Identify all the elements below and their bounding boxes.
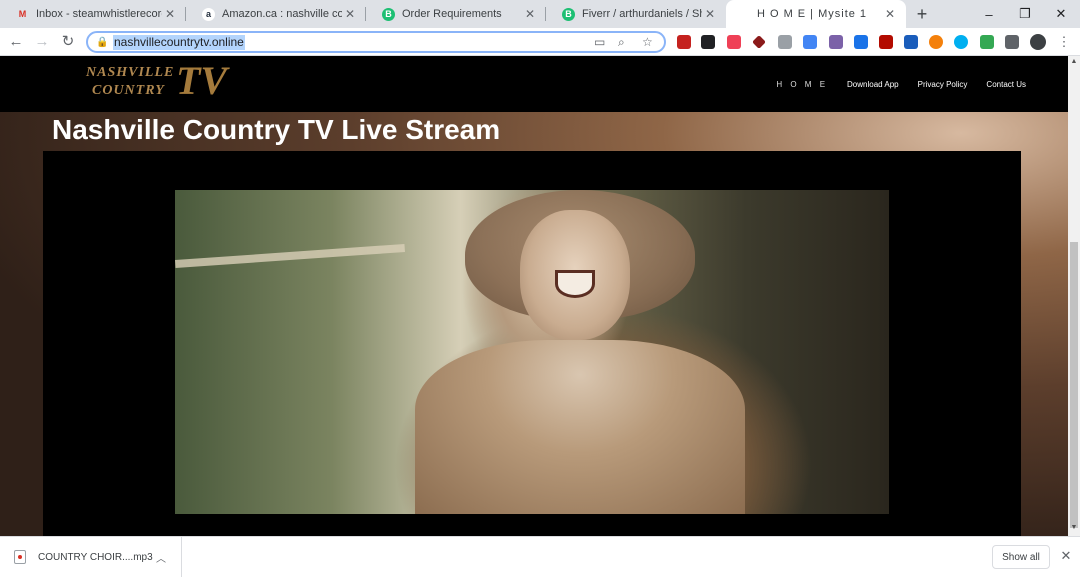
- ext-square-icon[interactable]: [829, 35, 843, 49]
- close-tab-icon[interactable]: ✕: [162, 7, 178, 21]
- close-tab-icon[interactable]: ✕: [342, 7, 358, 21]
- close-window-button[interactable]: ✕: [1042, 0, 1080, 28]
- scroll-thumb[interactable]: [1070, 242, 1078, 528]
- ext-pocket-icon[interactable]: [727, 35, 741, 49]
- back-button[interactable]: ←: [6, 32, 26, 52]
- tab-title: H O M E | Mysite 1: [756, 8, 868, 20]
- audio-file-icon: [14, 550, 26, 564]
- logo-line1: NASHVILLE: [86, 65, 175, 80]
- puzzle-icon[interactable]: [1005, 35, 1019, 49]
- logo-tv: TV: [176, 58, 228, 103]
- scroll-down-arrow-icon[interactable]: ▼: [1068, 524, 1080, 531]
- nav-contact-us[interactable]: Contact Us: [986, 80, 1026, 89]
- tab-amazon[interactable]: a Amazon.ca : nashville country t ✕: [186, 0, 366, 28]
- download-item[interactable]: COUNTRY CHOIR....mp3 ︿: [0, 537, 182, 577]
- chevron-up-icon[interactable]: ︿: [153, 550, 169, 565]
- tab-title: Order Requirements: [402, 8, 502, 20]
- reload-button[interactable]: ↻: [58, 32, 78, 52]
- ext-blue-icon[interactable]: [904, 35, 918, 49]
- menu-kebab-icon[interactable]: ⋮: [1054, 32, 1074, 52]
- new-tab-button[interactable]: +: [912, 4, 932, 24]
- bookmark-star-icon[interactable]: ☆: [642, 35, 653, 49]
- close-tab-icon[interactable]: ✕: [702, 7, 718, 21]
- page-title: Nashville Country TV Live Stream: [52, 114, 501, 145]
- restore-button[interactable]: ❐: [1006, 0, 1044, 28]
- scroll-up-arrow-icon[interactable]: ▲: [1068, 58, 1080, 65]
- ext-cube-icon[interactable]: [803, 35, 817, 49]
- ext-orange-icon[interactable]: [929, 35, 943, 49]
- gmail-icon: M: [18, 9, 27, 19]
- page-scrollbar[interactable]: ▲ ▼: [1068, 56, 1080, 536]
- tab-order-requirements[interactable]: B Order Requirements ✕: [366, 0, 546, 28]
- ext-red-icon[interactable]: [677, 35, 691, 49]
- url-text[interactable]: nashvillecountrytv.online: [113, 35, 245, 50]
- close-tab-icon[interactable]: ✕: [882, 7, 898, 21]
- fiverr-icon: B: [562, 7, 575, 21]
- tab-title: Amazon.ca : nashville country t: [222, 8, 342, 20]
- nav-home[interactable]: H O M E: [776, 80, 828, 89]
- video-player-frame[interactable]: [43, 151, 1021, 536]
- forward-button[interactable]: →: [32, 32, 52, 52]
- live-stream-video[interactable]: [175, 190, 889, 514]
- ext-bars-icon[interactable]: [854, 35, 868, 49]
- show-all-button[interactable]: Show all: [992, 545, 1050, 569]
- video-rope: [175, 243, 405, 269]
- hero-section: Nashville Country TV Live Stream: [0, 112, 1068, 536]
- nav-privacy-policy[interactable]: Privacy Policy: [918, 80, 968, 89]
- tab-title: Fiverr / arthurdaniels / Shoppin: [582, 8, 702, 20]
- ext-hex-icon[interactable]: [778, 35, 792, 49]
- zoom-icon[interactable]: ⌕: [618, 35, 625, 50]
- close-download-bar-icon[interactable]: ✕: [1058, 548, 1074, 564]
- video-performer-mouth: [555, 270, 595, 298]
- site-header: NASHVILLE COUNTRY TV H O M E Download Ap…: [0, 56, 1068, 112]
- ext-skype-icon[interactable]: [954, 35, 968, 49]
- ext-diamond-icon[interactable]: [752, 35, 766, 49]
- address-bar[interactable]: 🔒 nashvillecountrytv.online ▭ ⌕ ☆: [86, 31, 666, 53]
- close-tab-icon[interactable]: ✕: [522, 7, 538, 21]
- tab-strip: M Inbox - steamwhistlerecords@ ✕ a Amazo…: [0, 0, 1080, 28]
- minimize-button[interactable]: –: [970, 0, 1008, 28]
- tab-fiverr[interactable]: B Fiverr / arthurdaniels / Shoppin ✕: [546, 0, 726, 28]
- video-performer-body: [415, 340, 745, 514]
- download-bar: COUNTRY CHOIR....mp3 ︿ Show all ✕: [0, 536, 1080, 577]
- cast-icon[interactable]: ▭: [594, 35, 605, 49]
- download-file-name: COUNTRY CHOIR....mp3: [38, 551, 153, 563]
- tab-title: Inbox - steamwhistlerecords@: [36, 8, 162, 20]
- browser-toolbar: ← → ↻ 🔒 nashvillecountrytv.online ▭ ⌕ ☆ …: [0, 28, 1080, 56]
- profile-avatar-icon[interactable]: [1030, 34, 1046, 50]
- fiverr-icon: B: [382, 7, 395, 21]
- web-page: NASHVILLE COUNTRY TV H O M E Download Ap…: [0, 56, 1068, 536]
- ext-pdf-icon[interactable]: [879, 35, 893, 49]
- ext-tv-icon[interactable]: [701, 35, 715, 49]
- site-nav: H O M E Download App Privacy Policy Cont…: [776, 80, 1026, 89]
- amazon-icon: a: [202, 7, 215, 21]
- nav-download-app[interactable]: Download App: [847, 80, 899, 89]
- site-logo[interactable]: NASHVILLE COUNTRY TV: [86, 59, 227, 105]
- lock-icon: 🔒: [96, 37, 109, 48]
- tab-mysite-active[interactable]: H O M E | Mysite 1 ✕: [726, 0, 906, 28]
- ext-check-icon[interactable]: [980, 35, 994, 49]
- logo-line2: COUNTRY: [92, 83, 165, 98]
- tab-gmail[interactable]: M Inbox - steamwhistlerecords@ ✕: [0, 0, 186, 28]
